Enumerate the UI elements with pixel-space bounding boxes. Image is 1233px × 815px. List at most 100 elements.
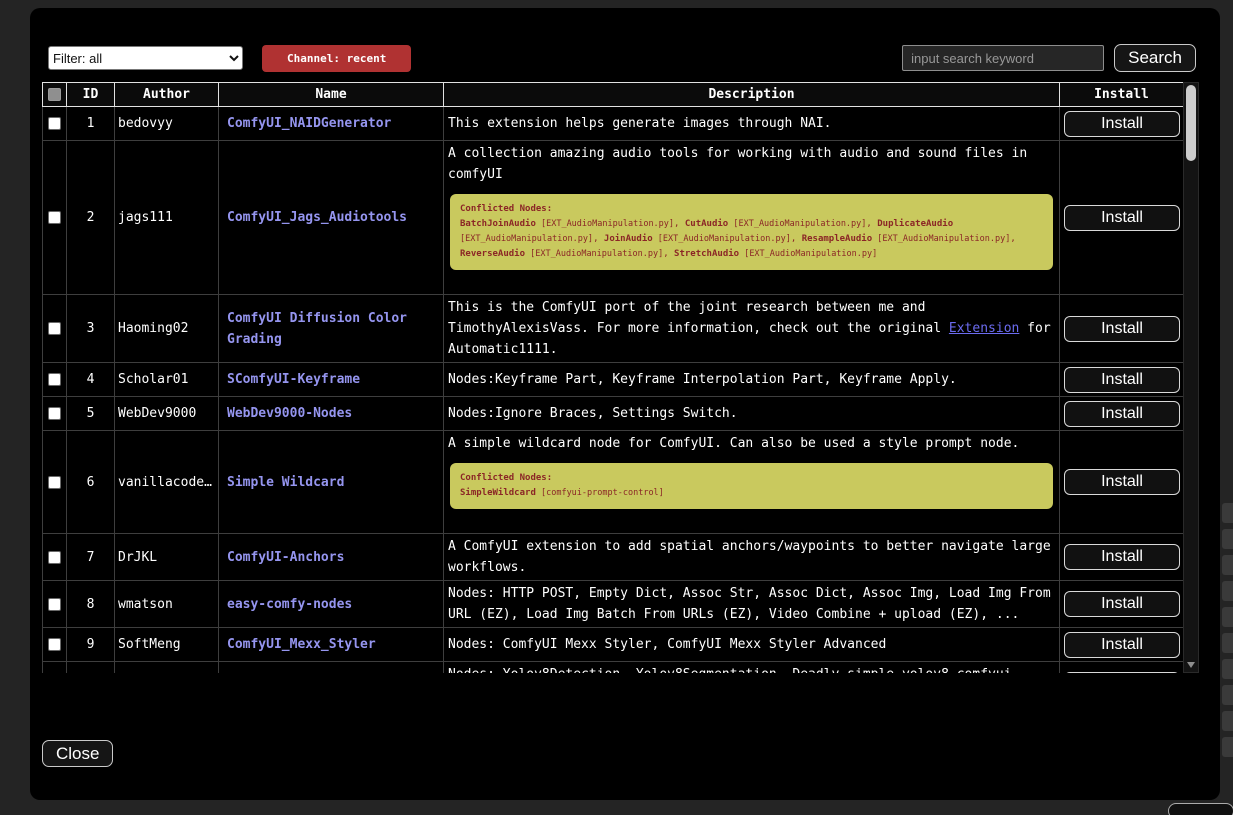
row-select-cell [43, 295, 67, 363]
background-menu-fragment [1222, 503, 1233, 523]
header-author: Author [115, 83, 219, 107]
row-id: 6 [67, 431, 115, 534]
row-name-link[interactable]: ComfyUI_Jags_Audiotools [219, 141, 444, 295]
row-id: 8 [67, 581, 115, 628]
install-button[interactable]: Install [1064, 544, 1180, 570]
close-button[interactable]: Close [42, 740, 113, 767]
conflict-node-source: [EXT_AudioManipulation.py] [460, 234, 593, 244]
row-name-link[interactable]: easy-comfy-nodes [219, 581, 444, 628]
header-row: ID Author Name Description Install [43, 83, 1184, 107]
row-select-cell [43, 397, 67, 431]
install-button[interactable]: Install [1064, 632, 1180, 658]
background-menu-fragment [1222, 737, 1233, 757]
install-button[interactable]: Install [1064, 672, 1180, 673]
table-row: 5WebDev9000WebDev9000-NodesNodes:Ignore … [43, 397, 1184, 431]
row-name-link[interactable]: Simple Wildcard [219, 431, 444, 534]
install-button[interactable]: Install [1064, 401, 1180, 427]
row-author: bedovyy [115, 107, 219, 141]
row-install-cell: Install [1060, 363, 1184, 397]
install-custom-nodes-dialog: Filter: all Channel: recent Search ID Au… [30, 8, 1220, 800]
header-install: Install [1060, 83, 1184, 107]
row-description: This is the ComfyUI port of the joint re… [444, 295, 1060, 363]
row-select-cell [43, 534, 67, 581]
row-install-cell: Install [1060, 141, 1184, 295]
table-row: 10zcfrank1stComfyUI Yolov8Nodes: Yolov8D… [43, 662, 1184, 674]
search-input[interactable] [902, 45, 1104, 71]
nodes-table: ID Author Name Description Install 1bedo… [42, 82, 1184, 673]
select-all-checkbox[interactable] [48, 88, 61, 101]
table-row: 7DrJKLComfyUI-AnchorsA ComfyUI extension… [43, 534, 1184, 581]
row-author: DrJKL [115, 534, 219, 581]
table-row: 3Haoming02ComfyUI Diffusion Color Gradin… [43, 295, 1184, 363]
install-button[interactable]: Install [1064, 316, 1180, 342]
conflict-node-source: [EXT_AudioManipulation.py] [872, 234, 1010, 244]
conflict-items: BatchJoinAudio [EXT_AudioManipulation.py… [460, 217, 1043, 262]
row-checkbox[interactable] [48, 211, 61, 224]
row-author: jags111 [115, 141, 219, 295]
row-author: wmatson [115, 581, 219, 628]
row-checkbox[interactable] [48, 551, 61, 564]
background-menu-fragment [1222, 555, 1233, 575]
row-name-link[interactable]: ComfyUI_NAIDGenerator [219, 107, 444, 141]
install-button[interactable]: Install [1064, 591, 1180, 617]
install-button[interactable]: Install [1064, 367, 1180, 393]
toolbar: Filter: all Channel: recent Search [30, 8, 1220, 72]
row-name-link[interactable]: ComfyUI-Anchors [219, 534, 444, 581]
scrollbar-thumb[interactable] [1186, 85, 1196, 161]
row-name-link[interactable]: ComfyUI Yolov8 [219, 662, 444, 674]
row-description: A simple wildcard node for ComfyUI. Can … [444, 431, 1060, 534]
scrollbar-down-arrow-icon[interactable] [1187, 662, 1195, 668]
row-author: vanillacode314 [115, 431, 219, 534]
conflict-node-name: ReverseAudio [460, 249, 525, 259]
row-checkbox[interactable] [48, 598, 61, 611]
conflict-node-source: [EXT_AudioManipulation.py] [653, 234, 791, 244]
conflict-node-name: StretchAudio [674, 249, 739, 259]
conflict-warning: Conflicted Nodes:BatchJoinAudio [EXT_Aud… [450, 194, 1053, 270]
row-id: 10 [67, 662, 115, 674]
row-select-cell [43, 662, 67, 674]
conflict-node-name: ResampleAudio [802, 234, 872, 244]
row-author: SoftMeng [115, 628, 219, 662]
row-name-link[interactable]: ComfyUI_Mexx_Styler [219, 628, 444, 662]
row-checkbox[interactable] [48, 117, 61, 130]
table-row: 9SoftMengComfyUI_Mexx_StylerNodes: Comfy… [43, 628, 1184, 662]
install-button[interactable]: Install [1064, 469, 1180, 495]
row-description: Nodes:Keyframe Part, Keyframe Interpolat… [444, 363, 1060, 397]
search-button[interactable]: Search [1114, 44, 1196, 72]
row-select-cell [43, 628, 67, 662]
background-menu-fragment [1222, 711, 1233, 731]
row-checkbox[interactable] [48, 638, 61, 651]
install-button[interactable]: Install [1064, 111, 1180, 137]
row-install-cell: Install [1060, 534, 1184, 581]
conflict-node-source: [EXT_AudioManipulation.py] [525, 249, 663, 259]
conflict-node-source: [comfyui-prompt-control] [536, 488, 664, 498]
row-id: 5 [67, 397, 115, 431]
background-menu-fragment [1222, 581, 1233, 601]
channel-badge: Channel: recent [262, 45, 411, 72]
table-scrollbar[interactable] [1183, 82, 1199, 673]
conflict-warning: Conflicted Nodes:SimpleWildcard [comfyui… [450, 463, 1053, 509]
dialog-footer: Close [42, 740, 1220, 767]
row-author: Haoming02 [115, 295, 219, 363]
description-link[interactable]: Extension [949, 321, 1019, 336]
background-menu-fragment [1222, 529, 1233, 549]
install-button[interactable]: Install [1064, 205, 1180, 231]
row-name-link[interactable]: WebDev9000-Nodes [219, 397, 444, 431]
row-checkbox[interactable] [48, 407, 61, 420]
background-menu-fragment [1222, 633, 1233, 653]
nodes-table-body: 1bedovyyComfyUI_NAIDGeneratorThis extens… [43, 107, 1184, 674]
row-description: Nodes: HTTP POST, Empty Dict, Assoc Str,… [444, 581, 1060, 628]
conflict-node-source: [EXT_AudioManipulation.py] [536, 219, 674, 229]
table-row: 8wmatsoneasy-comfy-nodesNodes: HTTP POST… [43, 581, 1184, 628]
conflict-node-name: BatchJoinAudio [460, 219, 536, 229]
row-checkbox[interactable] [48, 476, 61, 489]
filter-select[interactable]: Filter: all [48, 46, 243, 70]
row-checkbox[interactable] [48, 322, 61, 335]
row-description: Nodes: Yolov8Detection, Yolov8Segmentati… [444, 662, 1060, 674]
row-name-link[interactable]: ComfyUI Diffusion Color Grading [219, 295, 444, 363]
row-name-link[interactable]: SComfyUI-Keyframe [219, 363, 444, 397]
conflict-title: Conflicted Nodes: [460, 202, 1043, 217]
row-install-cell: Install [1060, 628, 1184, 662]
row-checkbox[interactable] [48, 373, 61, 386]
table-row: 1bedovyyComfyUI_NAIDGeneratorThis extens… [43, 107, 1184, 141]
